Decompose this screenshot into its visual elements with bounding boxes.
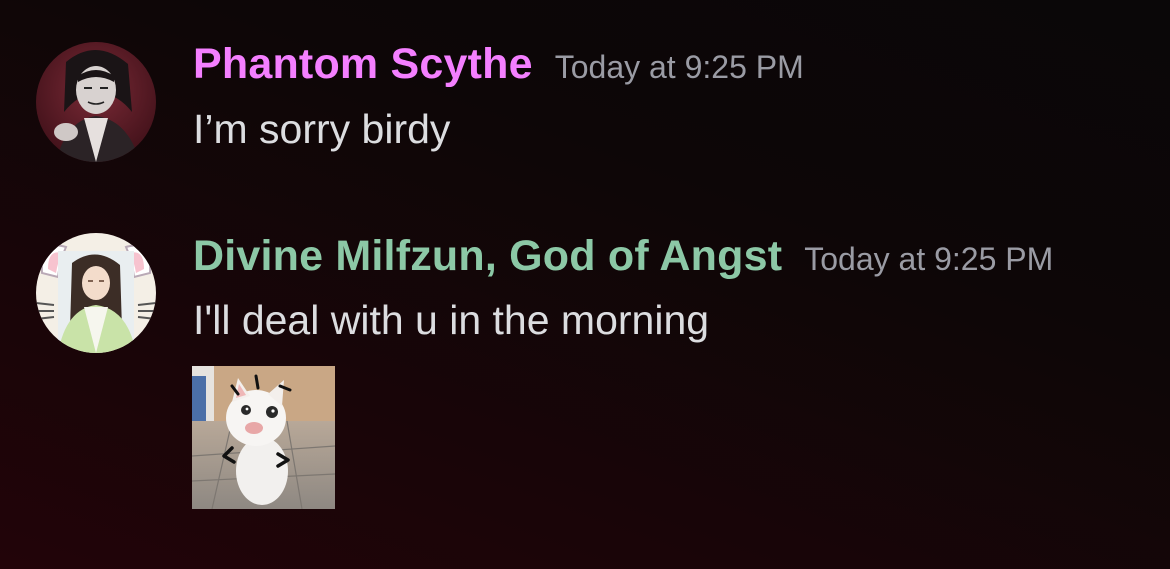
message-text: I’m sorry birdy [193,106,451,152]
timestamp: Today at 9:25 PM [804,241,1054,277]
anime-character-cat-ear-avatar-icon [36,233,156,353]
timestamp: Today at 9:25 PM [554,49,804,85]
user-avatar[interactable] [36,42,156,162]
username[interactable]: Phantom Scythe [193,40,533,88]
message-text: I'll deal with u in the morning [193,297,710,343]
message-header: Phantom Scythe Today at 9:25 PM [193,40,804,89]
user-avatar[interactable] [36,233,156,353]
username[interactable]: Divine Milfzun, God of Angst [193,232,782,280]
cat-meme-image-icon [192,366,335,509]
image-attachment[interactable] [192,366,335,509]
message-header: Divine Milfzun, God of Angst Today at 9:2… [193,232,1053,281]
anime-character-avatar-icon [36,42,156,162]
